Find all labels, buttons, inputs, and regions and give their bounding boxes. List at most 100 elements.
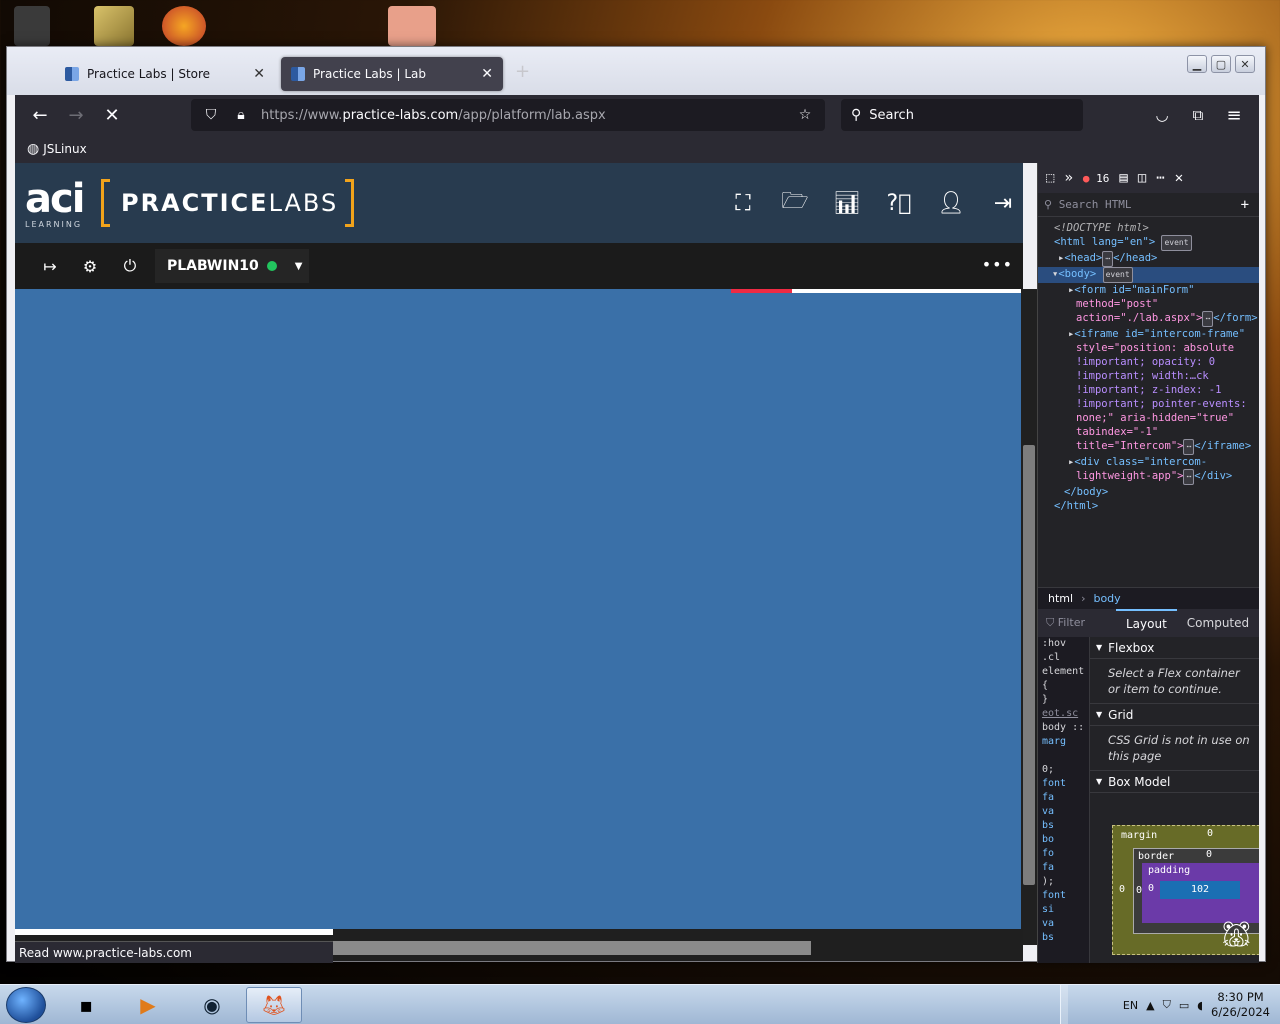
clock[interactable]: 8:30 PM 6/26/2024	[1211, 990, 1270, 1020]
desktop-icon-minecraft[interactable]	[388, 6, 436, 46]
taskbar-app-media-player[interactable]: ▶	[120, 987, 176, 1023]
more-options-icon[interactable]: •••	[982, 255, 1013, 274]
scrollbar-thumb[interactable]	[331, 941, 811, 955]
error-count-value: 16	[1096, 171, 1110, 185]
lock-icon[interactable]: 🔒︎	[231, 107, 251, 123]
globe-icon: ◍	[27, 141, 40, 157]
search-input[interactable]: ⚲ Search	[841, 99, 1083, 131]
dom-html-close[interactable]: </html>	[1038, 499, 1259, 513]
tray-up-arrow-icon[interactable]: ▲	[1146, 999, 1154, 1012]
dom-body[interactable]: ▾<body> event	[1038, 267, 1259, 283]
language-indicator[interactable]: EN	[1123, 999, 1138, 1012]
minimize-icon[interactable]: ▁	[1187, 55, 1207, 73]
tab-computed[interactable]: Computed	[1177, 616, 1259, 630]
breadcrumb-body[interactable]: body	[1093, 592, 1120, 605]
dock-icon[interactable]: ◫	[1138, 170, 1146, 186]
collapsed-icon[interactable]: ⋯	[1183, 469, 1195, 485]
desktop-icon-app[interactable]	[162, 6, 206, 46]
fullscreen-icon[interactable]: ⛶	[729, 189, 757, 217]
taskbar-app-firefox[interactable]: 🦊︎	[246, 987, 302, 1023]
bm-border-label: border	[1138, 851, 1175, 862]
bm-padding-left[interactable]: 0	[1148, 883, 1154, 894]
dom-div[interactable]: ▸<div class="intercom-	[1038, 455, 1259, 469]
user-icon[interactable]: 👤︎	[937, 189, 965, 217]
dom-line: method="post"	[1038, 297, 1259, 311]
vm-remote-screen[interactable]	[15, 289, 1021, 929]
bm-margin-top[interactable]: 0	[1207, 828, 1213, 839]
dom-body-close[interactable]: </body>	[1038, 485, 1259, 499]
taskbar-app-terminal[interactable]: ▪	[58, 987, 114, 1023]
scrollbar-thumb[interactable]	[1023, 445, 1035, 885]
responsive-icon[interactable]: ▤	[1119, 170, 1127, 186]
settings-gear-icon[interactable]: ⚙	[79, 255, 101, 277]
breadcrumb-html[interactable]: html	[1048, 592, 1073, 605]
add-node-icon[interactable]: +	[1241, 197, 1249, 213]
event-badge[interactable]: event	[1102, 267, 1133, 283]
back-arrow-icon[interactable]: ←	[29, 104, 51, 126]
chevron-down-icon: ▼	[1096, 710, 1103, 719]
dom-form[interactable]: ▸<form id="mainForm"	[1038, 283, 1259, 297]
search-html-input[interactable]: ⚲ Search HTML +	[1038, 193, 1259, 217]
tray-network-icon[interactable]: ▭	[1179, 999, 1189, 1012]
show-desktop-button[interactable]	[1060, 985, 1068, 1024]
vertical-scrollbar[interactable]	[1021, 289, 1037, 945]
dom-doctype[interactable]: <!DOCTYPE html>	[1038, 221, 1259, 235]
more-tools-icon[interactable]: »	[1064, 170, 1072, 186]
element-picker-icon[interactable]: ⬚	[1046, 170, 1054, 186]
rules-line[interactable]: eot.sc	[1042, 707, 1089, 721]
dom-line: action="./lab.aspx"> ⋯ </form>	[1038, 311, 1259, 327]
expand-panel-icon[interactable]: ↦	[39, 255, 61, 277]
logout-icon[interactable]: ⇥	[989, 189, 1017, 217]
error-count[interactable]: ● 16	[1083, 172, 1110, 185]
dom-html[interactable]: <html lang="en"> event	[1038, 235, 1259, 251]
new-tab-icon[interactable]: +	[515, 61, 530, 82]
aci-logo-subtitle: LEARNING	[25, 220, 83, 229]
tab-store[interactable]: Practice Labs | Store ✕	[55, 57, 275, 91]
tray-shield-icon[interactable]: ⛉	[1163, 998, 1171, 1012]
start-button[interactable]	[6, 987, 46, 1023]
forward-arrow-icon[interactable]: →	[65, 104, 87, 126]
machine-selector[interactable]: PLABWIN10 ▼	[155, 249, 309, 283]
close-window-icon[interactable]: ✕	[1235, 55, 1255, 73]
shield-icon[interactable]: ⛉	[201, 107, 221, 123]
filter-styles-input[interactable]: ⛉ Filter	[1046, 616, 1096, 630]
grid-section-header[interactable]: ▼ Grid	[1090, 704, 1259, 726]
clock-time: 8:30 PM	[1217, 990, 1264, 1004]
pocket-icon[interactable]: ◡	[1151, 104, 1173, 126]
help-icon[interactable]: ?⃝	[885, 189, 913, 217]
power-icon[interactable]: ⏻	[119, 255, 141, 277]
desktop-icon-recycle[interactable]	[14, 6, 50, 46]
collapsed-icon[interactable]: ⋯	[1183, 439, 1195, 455]
rules-line: bs	[1042, 932, 1055, 943]
bm-content-box[interactable]: 102	[1160, 881, 1240, 899]
dom-iframe[interactable]: ▸<iframe id="intercom-frame"	[1038, 327, 1259, 341]
desktop-icon-folder[interactable]	[94, 6, 134, 46]
tray-volume-icon[interactable]: ◖	[1197, 999, 1203, 1012]
bookmark-star-icon[interactable]: ☆	[795, 107, 815, 123]
menu-icon[interactable]: ≡	[1223, 104, 1245, 126]
extensions-icon[interactable]: ⧉	[1187, 104, 1209, 126]
folder-open-icon[interactable]: 🗁︎	[781, 189, 809, 217]
collapsed-icon[interactable]: ⋯	[1202, 311, 1214, 327]
bookmark-jslinux[interactable]: JSLinux	[43, 142, 87, 156]
tab-lab[interactable]: Practice Labs | Lab ✕	[281, 57, 503, 91]
bar-chart-icon[interactable]: 📊︎	[833, 189, 861, 217]
stop-loading-icon[interactable]: ✕	[101, 104, 123, 126]
url-text[interactable]: https://www.practice-labs.com/app/platfo…	[261, 108, 606, 123]
devtools-close-icon[interactable]: ✕	[1175, 170, 1183, 186]
address-bar[interactable]: ⛉ 🔒︎ https://www.practice-labs.com/app/p…	[191, 99, 825, 131]
devtools-menu-icon[interactable]: ⋯	[1156, 170, 1164, 186]
close-icon[interactable]: ✕	[253, 66, 265, 82]
bm-margin-left[interactable]: 0	[1119, 884, 1125, 895]
maximize-icon[interactable]: ▢	[1211, 55, 1231, 73]
flexbox-section-header[interactable]: ▼ Flexbox	[1090, 637, 1259, 659]
tab-layout[interactable]: Layout	[1116, 609, 1177, 637]
collapsed-icon[interactable]: ⋯	[1102, 251, 1114, 267]
event-badge[interactable]: event	[1161, 235, 1192, 251]
dom-head[interactable]: ▸<head> ⋯ </head>	[1038, 251, 1259, 267]
boxmodel-section-header[interactable]: ▼ Box Model	[1090, 771, 1259, 793]
close-icon[interactable]: ✕	[481, 66, 493, 82]
taskbar-app-globe[interactable]: ◉	[184, 987, 240, 1023]
chevron-down-icon[interactable]: ▼	[295, 261, 303, 272]
bm-border-top[interactable]: 0	[1206, 849, 1212, 860]
